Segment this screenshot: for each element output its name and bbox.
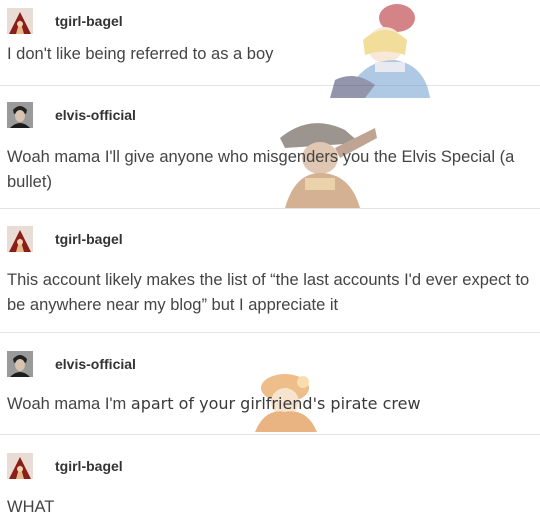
post-header: elvis-official: [7, 102, 136, 128]
post-text: I don't like being referred to as a boy: [7, 45, 274, 63]
post: tgirl-bagel WHAT: [0, 435, 540, 519]
avatar[interactable]: [7, 8, 33, 34]
post: tgirl-bagel This account likely makes th…: [0, 209, 540, 333]
post: elvis-official Woah mama I'm apart of yo…: [0, 333, 540, 435]
post-text-part: apart of your girlfriend's pirate crew: [130, 394, 421, 413]
avatar[interactable]: [7, 453, 33, 479]
post-header: elvis-official: [7, 351, 136, 377]
post-text: Woah mama I'll give anyone who misgender…: [7, 148, 515, 191]
post-text-part: Woah mama I'm: [7, 395, 131, 413]
username[interactable]: elvis-official: [55, 356, 136, 372]
post: tgirl-bagel I don't like being referred …: [0, 0, 540, 98]
avatar[interactable]: [7, 351, 33, 377]
avatar[interactable]: [7, 102, 33, 128]
post: elvis-official Woah mama I'll give anyon…: [0, 86, 540, 209]
username[interactable]: tgirl-bagel: [55, 231, 123, 247]
post-header: tgirl-bagel: [7, 226, 123, 252]
username[interactable]: tgirl-bagel: [55, 458, 123, 474]
post-header: tgirl-bagel: [7, 453, 123, 479]
username[interactable]: tgirl-bagel: [55, 13, 123, 29]
username[interactable]: elvis-official: [55, 107, 136, 123]
post-text: WHAT: [7, 498, 55, 516]
post-text: This account likely makes the list of “t…: [7, 271, 530, 314]
post-text: Woah mama I'm apart of your girlfriend's…: [7, 391, 532, 417]
avatar[interactable]: [7, 226, 33, 252]
post-header: tgirl-bagel: [7, 8, 123, 34]
